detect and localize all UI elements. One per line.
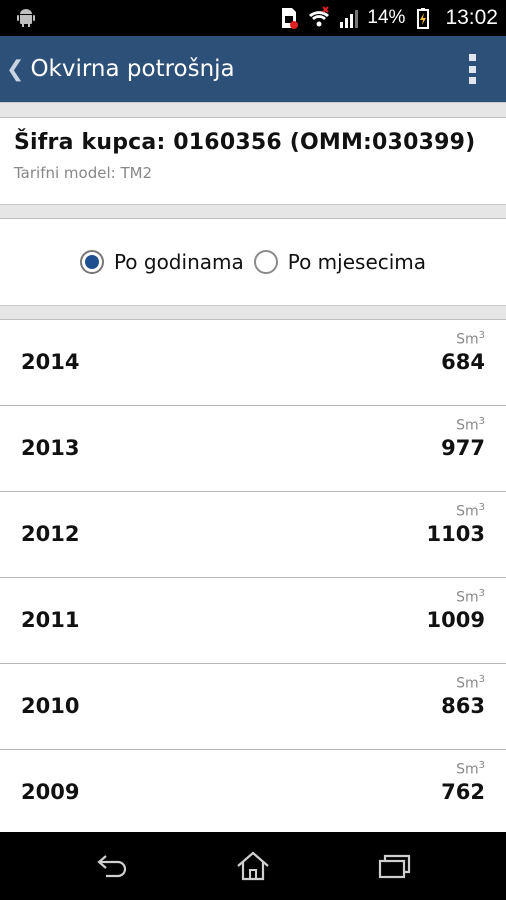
action-bar: ❮ Okvirna potrošnja <box>0 36 506 102</box>
year-label: 2013 <box>21 436 80 460</box>
status-bar: 14% 13:02 <box>0 0 506 36</box>
system-nav-bar <box>0 832 506 900</box>
consumption-value: 863 <box>441 694 485 718</box>
view-mode-radio-group: Po godinama Po mjesecima <box>0 219 506 305</box>
page-title: Okvirna potrošnja <box>30 56 235 82</box>
sim-icon <box>282 8 299 29</box>
radio-label[interactable]: Po godinama <box>114 250 244 274</box>
unit-label: Sm3 <box>456 416 485 434</box>
list-item[interactable]: 2014 Sm3 684 <box>0 320 506 406</box>
list-item[interactable]: 2010 Sm3 863 <box>0 664 506 750</box>
consumption-value: 977 <box>441 436 485 460</box>
consumption-value: 762 <box>441 780 485 804</box>
divider <box>0 305 506 320</box>
consumption-value: 1103 <box>426 522 485 546</box>
year-label: 2014 <box>21 350 80 374</box>
customer-id: Šifra kupca: 0160356 (OMM:030399) <box>14 130 476 155</box>
unit-label: Sm3 <box>456 588 485 606</box>
consumption-value: 1009 <box>426 608 485 632</box>
clock: 13:02 <box>445 6 498 29</box>
recents-icon[interactable] <box>376 851 412 881</box>
radio-button[interactable] <box>253 250 278 274</box>
overflow-menu-icon[interactable] <box>466 54 478 84</box>
radio-by-months[interactable]: Po mjesecima <box>253 250 426 274</box>
unit-label: Sm3 <box>456 760 485 778</box>
divider <box>0 204 506 219</box>
radio-label[interactable]: Po mjesecima <box>288 250 426 274</box>
list-item[interactable]: 2009 Sm3 762 <box>0 750 506 836</box>
year-label: 2009 <box>21 780 80 804</box>
home-icon[interactable] <box>235 850 271 882</box>
unit-label: Sm3 <box>456 330 485 348</box>
wifi-icon <box>309 6 330 27</box>
year-label: 2012 <box>21 522 80 546</box>
consumption-value: 684 <box>441 350 485 374</box>
home-button[interactable] <box>233 848 273 884</box>
battery-icon <box>417 8 430 29</box>
radio-button-checked[interactable] <box>79 250 104 274</box>
unit-label: Sm3 <box>456 674 485 692</box>
back-icon[interactable] <box>94 851 130 881</box>
signal-icon <box>340 10 359 28</box>
battery-percent: 14% <box>367 7 406 28</box>
list-item[interactable]: 2013 Sm3 977 <box>0 406 506 492</box>
chevron-left-icon[interactable]: ❮ <box>6 57 24 82</box>
recents-button[interactable] <box>374 848 414 884</box>
list-item[interactable]: 2012 Sm3 1103 <box>0 492 506 578</box>
android-icon <box>17 9 35 27</box>
year-label: 2010 <box>21 694 80 718</box>
back-button[interactable] <box>92 848 132 884</box>
radio-by-years[interactable]: Po godinama <box>79 250 244 274</box>
year-label: 2011 <box>21 608 80 632</box>
up-navigation[interactable]: ❮ Okvirna potrošnja <box>0 36 235 102</box>
list-item[interactable]: 2011 Sm3 1009 <box>0 578 506 664</box>
tariff-model: Tarifni model: TM2 <box>14 164 153 182</box>
unit-label: Sm3 <box>456 502 485 520</box>
divider <box>0 102 506 118</box>
customer-info: Šifra kupca: 0160356 (OMM:030399) Tarifn… <box>0 118 506 204</box>
consumption-list: 2014 Sm3 684 2013 Sm3 977 2012 Sm3 1103 … <box>0 320 506 836</box>
